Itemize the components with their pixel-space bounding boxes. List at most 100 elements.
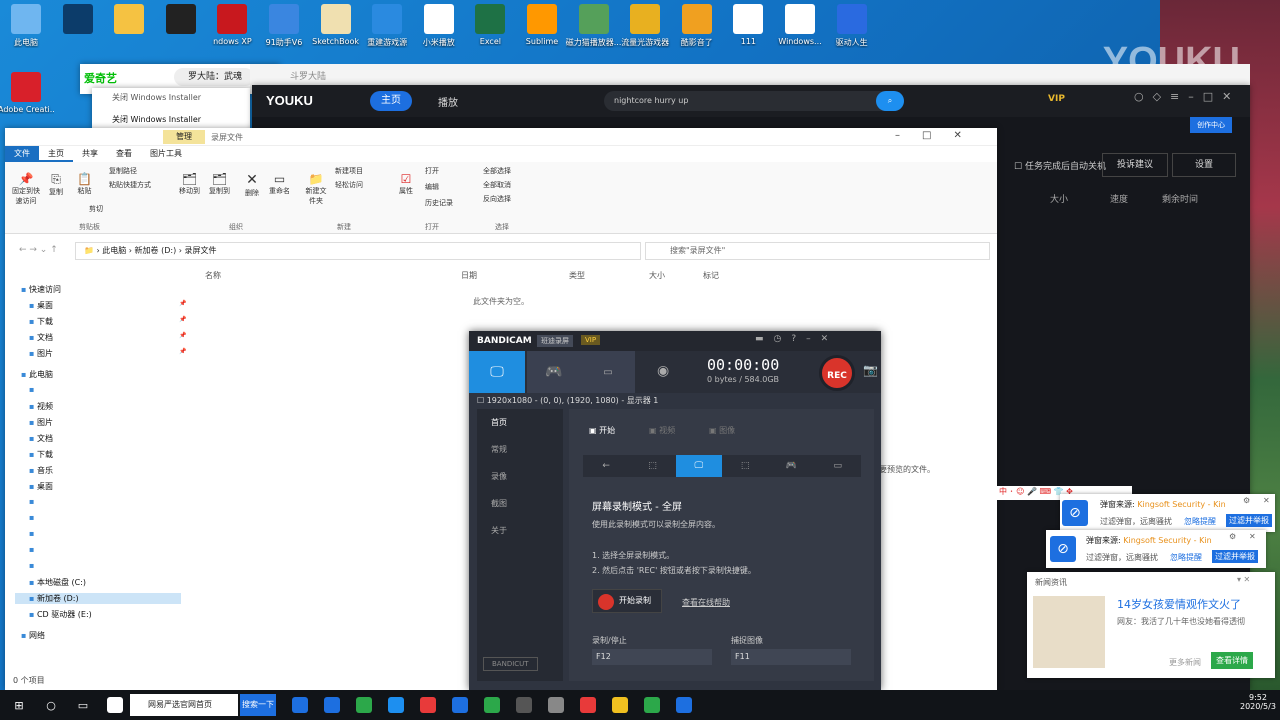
invert-selection-button[interactable]: 反向选择 <box>483 194 511 204</box>
desktop-icon[interactable]: 小米播放 <box>411 4 467 48</box>
taskbar-app[interactable] <box>415 692 441 718</box>
breadcrumb-folder[interactable]: 录屏文件 <box>184 246 216 255</box>
youku-play-tab[interactable]: 播放 <box>438 94 458 109</box>
desktop-icon[interactable]: SketchBook <box>308 4 364 46</box>
taskbar-app[interactable] <box>671 692 697 718</box>
vip-badge[interactable]: VIP <box>581 335 601 345</box>
nav-item[interactable]: ▪ <box>29 529 34 538</box>
nav-item[interactable]: ▪ 文档 📌 <box>29 332 186 343</box>
tab-video[interactable]: ▣ 视频 <box>649 425 675 436</box>
nav-item[interactable]: ▪ 本地磁盘 (C:) <box>29 577 86 588</box>
taskbar-app[interactable] <box>447 692 473 718</box>
ignore-link[interactable]: 忽略提醒 <box>1184 516 1216 527</box>
ribbon-tab[interactable]: 文件 <box>5 146 39 162</box>
cut-button[interactable]: 剪切 <box>89 204 103 214</box>
iqiyi-tab[interactable]: 罗大陆：武魂 <box>174 68 254 86</box>
sidebar-item[interactable]: 常规 <box>477 436 563 463</box>
auto-shutdown-checkbox[interactable]: ☐ 任务完成后自动关机 <box>1014 159 1106 172</box>
nav-item[interactable]: ▪ CD 驱动器 (E:) <box>29 609 92 620</box>
more-news-link[interactable]: 更多新闻 <box>1169 657 1201 668</box>
select-all-button[interactable]: 全部选择 <box>483 166 511 176</box>
desktop-icon[interactable]: Adobe Creati... <box>0 72 54 114</box>
sidebar-item[interactable]: 关于 <box>477 517 563 544</box>
move-to-button[interactable]: 🗂 移动到 <box>179 172 200 196</box>
mouse-area-icon[interactable]: ⬚ <box>722 455 768 477</box>
nav-item[interactable]: ▪ 此电脑 <box>21 369 53 380</box>
nav-item[interactable]: ▪ 视频 <box>29 401 53 412</box>
col-size[interactable]: 大小 <box>649 270 665 281</box>
filter-report-button[interactable]: 过滤并举报 <box>1212 550 1258 563</box>
news-title[interactable]: 14岁女孩爱情观作文火了 <box>1117 596 1241 612</box>
desktop-icon[interactable]: Windows... <box>772 4 828 46</box>
copy-button[interactable]: ⎘ 复制 <box>49 172 63 197</box>
breadcrumb-pc[interactable]: 此电脑 <box>102 246 126 255</box>
ribbon-tab[interactable]: 图片工具 <box>141 146 191 162</box>
news-thumbnail[interactable] <box>1033 596 1105 668</box>
desktop-icon[interactable]: 流量光游戏器 <box>617 4 673 48</box>
installer-item[interactable]: 关闭 Windows Installer <box>112 114 201 125</box>
sidebar-item[interactable]: 首页 <box>477 409 563 436</box>
settings-button[interactable]: 设置 <box>1172 153 1236 177</box>
nav-item[interactable]: ▪ 文档 <box>29 433 53 444</box>
task-view-icon[interactable]: ▭ <box>70 692 96 718</box>
col-tags[interactable]: 标记 <box>703 270 719 281</box>
breadcrumb-drive[interactable]: 新加卷 (D:) <box>135 246 177 255</box>
desktop-icon[interactable] <box>101 4 157 37</box>
gear-icon[interactable]: ⚙ <box>1243 496 1250 505</box>
address-bar[interactable]: 📁 › 此电脑 › 新加卷 (D:) › 录屏文件 <box>75 242 641 260</box>
gear-icon[interactable]: ⚙ <box>1229 532 1236 541</box>
app-icon[interactable] <box>102 692 128 718</box>
col-date[interactable]: 日期 <box>461 270 477 281</box>
news-controls[interactable]: ▾ ✕ <box>1237 575 1250 584</box>
webcam-icon[interactable]: ◉ <box>657 363 669 379</box>
nav-item[interactable]: ▪ <box>29 545 34 554</box>
easy-access-button[interactable]: 轻松访问 <box>335 180 363 190</box>
nav-item[interactable]: ▪ <box>29 385 34 394</box>
nav-item[interactable]: ▪ 下载 <box>29 449 53 460</box>
rename-button[interactable]: ▭ 重命名 <box>269 172 290 196</box>
vip-badge[interactable]: VIP <box>1048 94 1065 104</box>
back-icon[interactable]: ← <box>583 455 629 477</box>
history-button[interactable]: 历史记录 <box>425 198 453 208</box>
desktop-icon[interactable] <box>153 4 209 37</box>
nav-item[interactable]: ▪ 下载 📌 <box>29 316 186 327</box>
pin-button[interactable]: 📌 固定到快速访问 <box>9 172 43 206</box>
help-link[interactable]: 查看在线帮助 <box>682 597 730 608</box>
taskbar-app[interactable] <box>607 692 633 718</box>
new-item-button[interactable]: 新建项目 <box>335 166 363 176</box>
installer-item[interactable]: 关闭 Windows Installer <box>112 92 201 103</box>
hotkey-capture-field[interactable]: F11 <box>731 649 851 665</box>
ribbon-tab[interactable]: 共享 <box>73 146 107 162</box>
nav-item[interactable]: ▪ <box>29 513 34 522</box>
start-record-button[interactable]: 开始录制 <box>592 589 662 613</box>
window-controls[interactable]: ▬◷?–✕ <box>755 334 838 344</box>
nav-item[interactable]: ▪ 桌面 📌 <box>29 300 186 311</box>
rec-button[interactable]: REC <box>819 355 855 391</box>
paste-button[interactable]: 📋 粘贴 <box>77 172 92 196</box>
delete-button[interactable]: ✕ 删除 <box>245 172 259 198</box>
window-controls[interactable]: ○◇≡–□✕ <box>1134 90 1240 103</box>
col-name[interactable]: 名称 <box>205 270 221 281</box>
creator-badge[interactable]: 创作中心 <box>1190 117 1232 133</box>
desktop-icon[interactable]: 驱动人生 <box>824 4 880 48</box>
taskbar-app[interactable] <box>639 692 665 718</box>
taskbar-app[interactable] <box>575 692 601 718</box>
youku-search-input[interactable]: nightcore hurry up ⌕ <box>604 91 904 111</box>
ignore-link[interactable]: 忽略提醒 <box>1170 552 1202 563</box>
desktop-icon[interactable]: 酷影音了 <box>669 4 725 48</box>
fullscreen-icon[interactable]: 🖵 <box>675 455 722 477</box>
feedback-button[interactable]: 投诉建议 <box>1102 153 1168 177</box>
taskbar-app[interactable] <box>383 692 409 718</box>
clock[interactable]: 9:52 2020/5/3 <box>1240 693 1276 711</box>
desktop-icon[interactable]: 磁力猫播放器... <box>566 4 622 48</box>
properties-button[interactable]: ☑ 属性 <box>399 172 413 196</box>
ribbon-tab[interactable]: 查看 <box>107 146 141 162</box>
region-icon[interactable]: ⬚ <box>629 455 675 477</box>
taskbar-app[interactable] <box>479 692 505 718</box>
window-controls[interactable]: –□✕ <box>895 130 984 141</box>
desktop-icon[interactable]: 重建游戏源 <box>359 4 415 48</box>
browser-search-input[interactable]: 网易严选官网首页 <box>130 694 238 716</box>
nav-item[interactable]: ▪ <box>29 497 34 506</box>
desktop-icon[interactable]: 111 <box>720 4 776 46</box>
start-button[interactable]: ⊞ <box>6 692 32 718</box>
